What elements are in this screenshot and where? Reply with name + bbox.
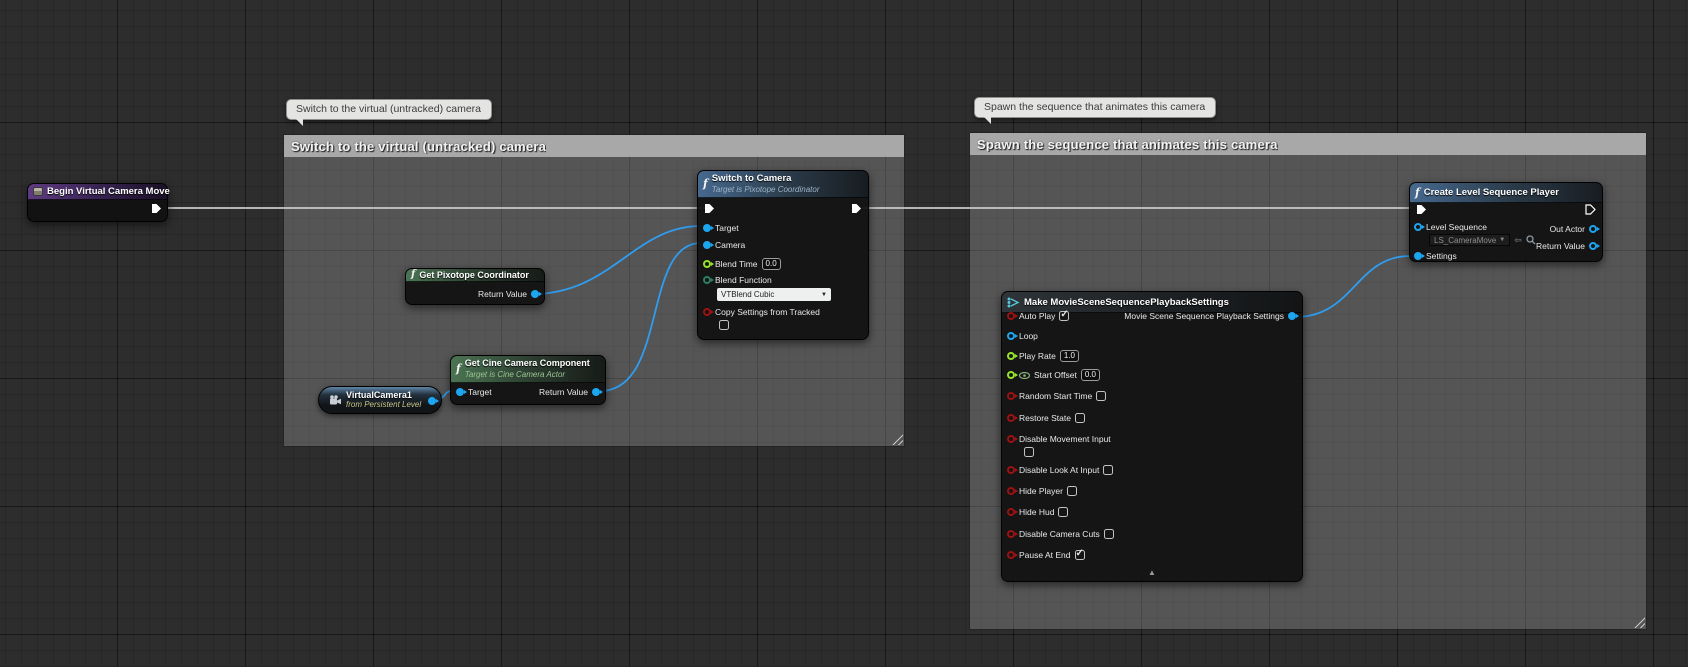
random-start-time-checkbox[interactable] xyxy=(1096,391,1106,401)
node-virtualcamera1[interactable]: VirtualCamera1 from Persistent Level xyxy=(318,386,442,414)
exec-in-pin[interactable] xyxy=(704,203,715,214)
play-rate-pin[interactable] xyxy=(1007,352,1015,360)
browse-asset-icon[interactable] xyxy=(1526,235,1536,245)
start-offset-input[interactable]: 0.0 xyxy=(1081,369,1100,381)
variable-origin: from Persistent Level xyxy=(346,400,421,410)
exec-out-pin[interactable] xyxy=(151,203,162,214)
exec-out-pin[interactable] xyxy=(851,203,862,214)
disable-movement-input-checkbox[interactable] xyxy=(1024,447,1034,457)
blend-function-pin[interactable] xyxy=(703,276,711,284)
node-title: Switch to Camera xyxy=(712,173,820,184)
tooltip-spawn-comment: Spawn the sequence that animates this ca… xyxy=(974,97,1216,118)
function-icon: f xyxy=(456,364,461,374)
restore-state-pin[interactable] xyxy=(1007,414,1015,422)
node-title: Begin Virtual Camera Move xyxy=(47,186,170,197)
hide-player-pin[interactable] xyxy=(1007,487,1015,495)
camera-pin[interactable] xyxy=(703,241,711,249)
playback-settings-out-pin[interactable] xyxy=(1288,312,1296,320)
variable-name: VirtualCamera1 xyxy=(346,390,421,400)
make-struct-icon xyxy=(1007,297,1020,308)
node-title: Make MovieSceneSequencePlaybackSettings xyxy=(1024,297,1229,308)
out-actor-pin[interactable] xyxy=(1589,225,1597,233)
node-get-pixotope-coordinator[interactable]: f Get Pixotope Coordinator Return Value xyxy=(405,268,545,305)
level-sequence-asset-picker[interactable]: LS_CameraMove ▼ xyxy=(1429,234,1510,246)
start-offset-pin[interactable] xyxy=(1007,371,1015,379)
node-get-cine-camera-component[interactable]: f Get Cine Camera Component Target is Ci… xyxy=(450,355,606,405)
blend-time-pin[interactable] xyxy=(703,260,711,268)
copy-settings-checkbox[interactable] xyxy=(719,320,729,330)
disable-look-at-input-checkbox[interactable] xyxy=(1103,465,1113,475)
node-subtitle: Target is Cine Camera Actor xyxy=(465,369,590,380)
comment-spawn-sequence-header[interactable]: Spawn the sequence that animates this ca… xyxy=(970,133,1646,155)
restore-state-checkbox[interactable] xyxy=(1075,413,1085,423)
blend-time-input[interactable]: 0.0 xyxy=(762,258,781,270)
camera-icon xyxy=(329,395,341,405)
disable-camera-cuts-checkbox[interactable] xyxy=(1104,529,1114,539)
blend-function-dropdown[interactable]: VTBlend Cubic ▼ xyxy=(717,288,831,301)
use-selected-asset-icon[interactable]: ⇦ xyxy=(1514,236,1522,245)
exec-out-pin[interactable] xyxy=(1585,204,1596,215)
disable-movement-input-pin[interactable] xyxy=(1007,435,1015,443)
exec-in-pin[interactable] xyxy=(1416,204,1427,215)
comment-spawn-sequence-title: Spawn the sequence that animates this ca… xyxy=(977,137,1278,152)
node-title: Get Cine Camera Component xyxy=(465,358,590,369)
node-title: Create Level Sequence Player xyxy=(1424,187,1559,198)
target-pin[interactable] xyxy=(703,224,711,232)
return-value-pin[interactable] xyxy=(592,388,600,396)
node-begin-virtual-camera-move[interactable]: Begin Virtual Camera Move xyxy=(27,183,168,222)
function-icon: f xyxy=(411,270,415,280)
node-make-playback-settings[interactable]: Make MovieSceneSequencePlaybackSettings … xyxy=(1001,291,1303,582)
target-pin[interactable] xyxy=(456,388,464,396)
value-out-pin[interactable] xyxy=(428,397,436,405)
chevron-down-icon: ▼ xyxy=(821,292,827,298)
loop-pin[interactable] xyxy=(1007,332,1015,340)
node-subtitle: Target is Pixotope Coordinator xyxy=(712,184,820,195)
comment-switch-camera-title: Switch to the virtual (untracked) camera xyxy=(291,139,546,154)
level-sequence-pin[interactable] xyxy=(1414,223,1422,231)
hide-hud-checkbox[interactable] xyxy=(1058,507,1068,517)
pause-at-end-pin[interactable] xyxy=(1007,551,1015,559)
comment-switch-camera-header[interactable]: Switch to the virtual (untracked) camera xyxy=(284,135,904,157)
disable-look-at-input-pin[interactable] xyxy=(1007,466,1015,474)
node-create-level-sequence-player[interactable]: f Create Level Sequence Player Level Seq… xyxy=(1409,182,1603,262)
settings-pin[interactable] xyxy=(1414,252,1422,260)
blueprint-canvas[interactable]: Switch to the virtual (untracked) camera… xyxy=(0,0,1688,667)
node-title: Get Pixotope Coordinator xyxy=(419,270,529,280)
copy-settings-pin[interactable] xyxy=(703,308,711,316)
return-value-pin[interactable] xyxy=(1589,242,1597,250)
eye-icon xyxy=(1019,372,1030,379)
node-switch-to-camera[interactable]: f Switch to Camera Target is Pixotope Co… xyxy=(697,170,869,340)
collapse-advanced-arrow[interactable]: ▲ xyxy=(1148,568,1156,577)
auto-play-pin[interactable] xyxy=(1007,312,1015,320)
auto-play-checkbox[interactable] xyxy=(1059,311,1069,321)
function-icon: f xyxy=(703,179,708,189)
pause-at-end-checkbox[interactable] xyxy=(1075,550,1085,560)
disable-camera-cuts-pin[interactable] xyxy=(1007,530,1015,538)
hide-hud-pin[interactable] xyxy=(1007,508,1015,516)
event-icon xyxy=(33,187,43,196)
tooltip-switch-comment: Switch to the virtual (untracked) camera xyxy=(286,99,492,120)
function-icon: f xyxy=(1415,188,1420,198)
play-rate-input[interactable]: 1.0 xyxy=(1060,350,1079,362)
hide-player-checkbox[interactable] xyxy=(1067,486,1077,496)
random-start-time-pin[interactable] xyxy=(1007,392,1015,400)
return-value-pin[interactable] xyxy=(531,290,539,298)
chevron-down-icon: ▼ xyxy=(1499,237,1505,243)
